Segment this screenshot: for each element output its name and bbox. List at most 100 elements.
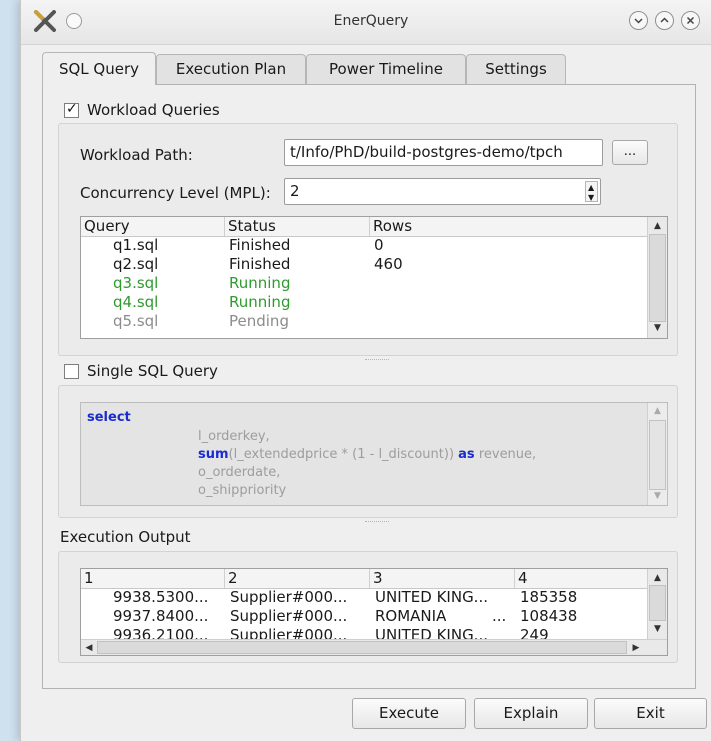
cell-col-1: 9938.5300... xyxy=(113,588,209,606)
table-row[interactable]: 9937.8400... Supplier#000... ROMANIA 108438… xyxy=(81,607,648,626)
single-sql-query-label: Single SQL Query xyxy=(87,362,218,380)
tab-power-timeline[interactable]: Power Timeline xyxy=(306,54,466,84)
cell-query: q5.sql xyxy=(113,312,159,330)
scrollbar-thumb[interactable] xyxy=(649,585,666,621)
cell-rows: 460 xyxy=(374,255,403,273)
truncation-ellipsis: ... xyxy=(492,607,507,625)
table-row[interactable]: q4.sql Running xyxy=(81,293,648,312)
checkmark-icon: ✓ xyxy=(66,101,78,117)
execute-button[interactable]: Execute xyxy=(352,698,466,729)
explain-button[interactable]: Explain xyxy=(474,698,588,729)
cell-query: q3.sql xyxy=(113,274,159,292)
mpl-spin-arrows[interactable]: ▲ ▼ xyxy=(585,181,598,202)
scrollbar-thumb[interactable] xyxy=(649,420,666,490)
scroll-left-icon[interactable]: ◀ xyxy=(84,643,94,653)
sql-editor-scrollbar[interactable]: ▲ ▼ xyxy=(647,403,667,505)
cell-col-3: UNITED KING... xyxy=(375,626,488,639)
splitter-handle[interactable] xyxy=(365,521,389,525)
cell-status: Finished xyxy=(229,236,291,254)
column-header-status[interactable]: Status xyxy=(225,217,370,236)
maximize-button[interactable] xyxy=(655,11,674,30)
cell-query: q4.sql xyxy=(113,293,159,311)
cell-query: q1.sql xyxy=(113,236,159,254)
table-row[interactable]: 9936.2100... Supplier#000... UNITED KING..… xyxy=(81,626,648,639)
cell-status: Running xyxy=(229,274,291,292)
workload-query-table: Query Status Rows q1.sql Finished 0 q2.sql F… xyxy=(80,216,668,339)
scroll-up-icon[interactable]: ▲ xyxy=(648,221,667,231)
cell-query: q2.sql xyxy=(113,255,159,273)
sql-keyword-as: as xyxy=(458,447,475,462)
exit-button[interactable]: Exit xyxy=(594,698,707,729)
sql-editor[interactable]: select l_orderkey, sum(l_extendedprice *… xyxy=(80,402,668,506)
workload-table-scrollbar[interactable]: ▲ ▼ xyxy=(647,217,667,338)
cell-rows: 0 xyxy=(374,236,384,254)
scroll-down-icon[interactable]: ▼ xyxy=(648,491,667,501)
minimize-button[interactable] xyxy=(629,11,648,30)
sql-alias-revenue: revenue, xyxy=(478,447,537,462)
scroll-up-icon[interactable]: ▲ xyxy=(648,573,667,583)
sql-line-orderdate: o_orderdate, xyxy=(198,465,281,480)
title-bar: EnerQuery xyxy=(21,0,711,45)
workload-path-input[interactable]: t/Info/PhD/build-postgres-demo/tpch xyxy=(284,139,603,166)
execution-output-table: 1 2 3 4 9938.5300... Supplier#000... UNITE… xyxy=(80,568,668,656)
browse-button[interactable]: ... xyxy=(612,140,648,165)
mpl-value: 2 xyxy=(290,182,300,200)
cell-col-4: 249 xyxy=(520,626,549,639)
column-header-rows[interactable]: Rows xyxy=(370,217,648,236)
sql-expression: (l_extendedprice * (1 - l_discount)) xyxy=(228,447,455,462)
spin-down-icon[interactable]: ▼ xyxy=(588,185,594,204)
workload-queries-checkbox[interactable]: ✓ xyxy=(64,101,79,118)
sql-keyword-sum: sum xyxy=(198,447,229,462)
sql-keyword-select: select xyxy=(87,410,131,425)
execution-output-group: 1 2 3 4 9938.5300... Supplier#000... UNITE… xyxy=(58,551,678,663)
chevron-up-icon xyxy=(660,17,669,23)
close-icon xyxy=(686,16,695,25)
output-table-vscrollbar[interactable]: ▲ ▼ xyxy=(647,569,667,639)
cell-status: Pending xyxy=(229,312,289,330)
cell-col-2: Supplier#000... xyxy=(230,607,348,625)
chevron-down-icon xyxy=(634,18,643,24)
workload-queries-label: Workload Queries xyxy=(87,101,220,119)
table-row[interactable]: q3.sql Running xyxy=(81,274,648,293)
workload-path-label: Workload Path: xyxy=(80,146,193,164)
cell-col-2: Supplier#000... xyxy=(230,588,348,606)
scroll-right-icon[interactable]: ▶ xyxy=(631,643,641,653)
splitter-handle[interactable] xyxy=(365,359,389,363)
scrollbar-thumb[interactable] xyxy=(649,234,666,322)
scroll-down-icon[interactable]: ▼ xyxy=(648,323,667,333)
cell-status: Finished xyxy=(229,255,291,273)
cell-col-1: 9936.2100... xyxy=(113,626,209,639)
mpl-spinbox[interactable]: 2 ▲ ▼ xyxy=(284,178,601,205)
sql-query-panel: ✓ Workload Queries Workload Path: t/Info… xyxy=(42,84,696,689)
close-button[interactable] xyxy=(681,11,700,30)
cell-col-2: Supplier#000... xyxy=(230,626,348,639)
app-window: EnerQuery SQL Query Execution Plan Power… xyxy=(20,0,711,741)
table-row[interactable]: q5.sql Pending xyxy=(81,312,648,331)
scrollbar-thumb[interactable] xyxy=(97,641,627,654)
scroll-down-icon[interactable]: ▼ xyxy=(648,624,667,634)
cell-col-4: 108438 xyxy=(520,607,578,625)
sql-line-orderkey: l_orderkey, xyxy=(198,429,270,444)
single-sql-group: select l_orderkey, sum(l_extendedprice *… xyxy=(58,385,678,518)
tab-execution-plan[interactable]: Execution Plan xyxy=(156,54,306,84)
single-sql-query-checkbox[interactable] xyxy=(64,364,79,379)
sql-line-shippriority: o_shippriority xyxy=(198,483,287,498)
tab-settings[interactable]: Settings xyxy=(466,54,566,84)
workload-table-header: Query Status Rows xyxy=(81,217,648,237)
mpl-label: Concurrency Level (MPL): xyxy=(80,184,271,202)
cell-col-4: 185358 xyxy=(520,588,578,606)
output-table-hscrollbar[interactable]: ◀ ▶ xyxy=(81,639,667,655)
table-row[interactable]: 9938.5300... Supplier#000... UNITED KING..… xyxy=(81,588,648,607)
column-header-query[interactable]: Query xyxy=(81,217,225,236)
workload-group: Workload Path: t/Info/PhD/build-postgres… xyxy=(58,123,678,356)
scroll-up-icon[interactable]: ▲ xyxy=(648,406,667,416)
cell-status: Running xyxy=(229,293,291,311)
table-row[interactable]: q1.sql Finished 0 xyxy=(81,236,648,255)
execution-output-label: Execution Output xyxy=(60,528,191,546)
cell-col-3: ROMANIA xyxy=(375,607,447,625)
window-title: EnerQuery xyxy=(333,13,409,29)
tab-sql-query[interactable]: SQL Query xyxy=(42,52,156,85)
cell-col-3: UNITED KING... xyxy=(375,588,488,606)
cell-col-1: 9937.8400... xyxy=(113,607,209,625)
table-row[interactable]: q2.sql Finished 460 xyxy=(81,255,648,274)
